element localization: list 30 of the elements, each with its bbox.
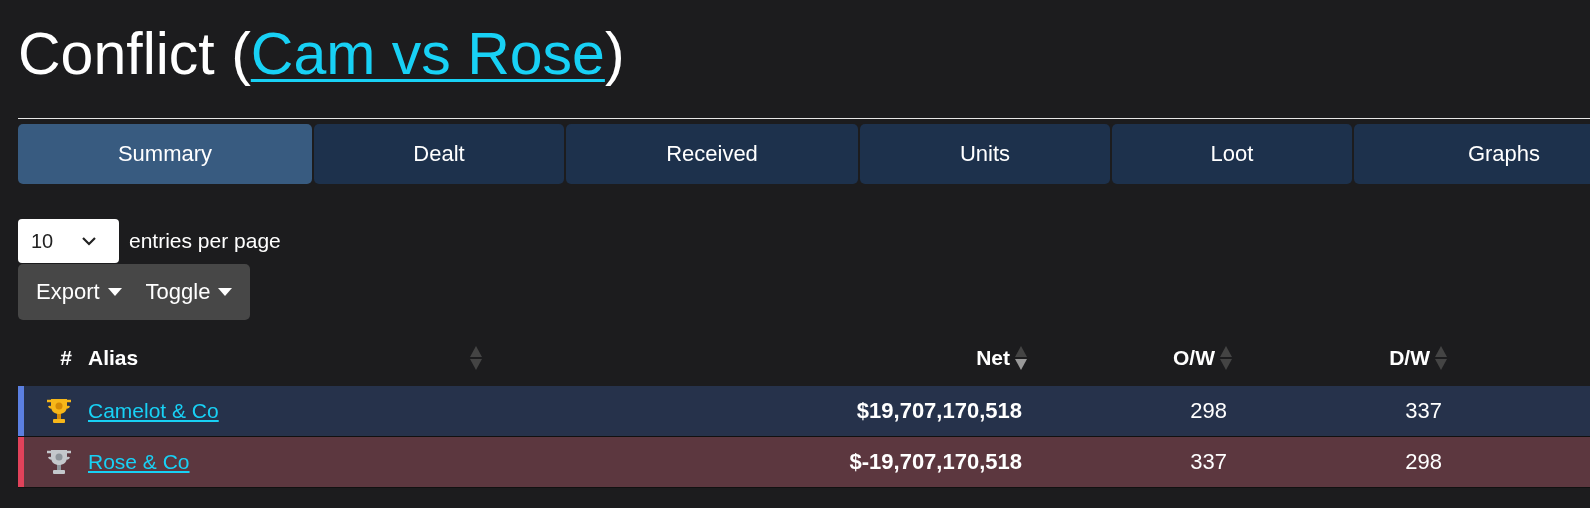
alias-link[interactable]: Camelot & Co — [82, 399, 219, 423]
caret-icon — [218, 288, 233, 296]
tab[interactable]: Summary — [18, 124, 312, 184]
column-header: # — [60, 346, 72, 370]
table-row[interactable]: Camelot & Co $19,707,170,518 298 337 — [18, 386, 1590, 437]
caret-icon — [107, 288, 122, 296]
table-cell-text: $-19,707,170,518 — [848, 449, 1023, 475]
tab[interactable]: Graphs — [1354, 124, 1590, 184]
table-row[interactable]: Rose & Co $-19,707,170,518 337 298 — [18, 437, 1590, 488]
table-cell-text: 337 — [1404, 398, 1443, 424]
tab[interactable]: Dealt — [314, 124, 564, 184]
column-header: D/W — [1389, 346, 1430, 370]
table-cell-text: $19,707,170,518 — [855, 398, 1023, 424]
tab[interactable]: Units — [860, 124, 1110, 184]
table-cell-text: 298 — [1404, 449, 1443, 475]
column-header: Alias — [88, 346, 139, 370]
tab[interactable]: Received — [566, 124, 858, 184]
column-header: Net — [976, 346, 1010, 370]
page-title: ) — [604, 21, 625, 87]
table-cell-text: 298 — [1189, 398, 1228, 424]
page-size-label: entries per page — [129, 229, 281, 253]
sort-icon[interactable] — [1014, 345, 1028, 371]
conflict-link[interactable]: Cam vs Rose — [250, 21, 605, 87]
chevron-down-icon — [81, 236, 97, 246]
alias-link[interactable]: Rose & Co — [82, 450, 190, 474]
tab[interactable]: Loot — [1112, 124, 1352, 184]
page-title: Conflict ( — [18, 21, 251, 87]
table-cell-text: 337 — [1189, 449, 1228, 475]
page-size-select[interactable]: 10 — [18, 219, 119, 263]
column-header: O/W — [1173, 346, 1215, 370]
